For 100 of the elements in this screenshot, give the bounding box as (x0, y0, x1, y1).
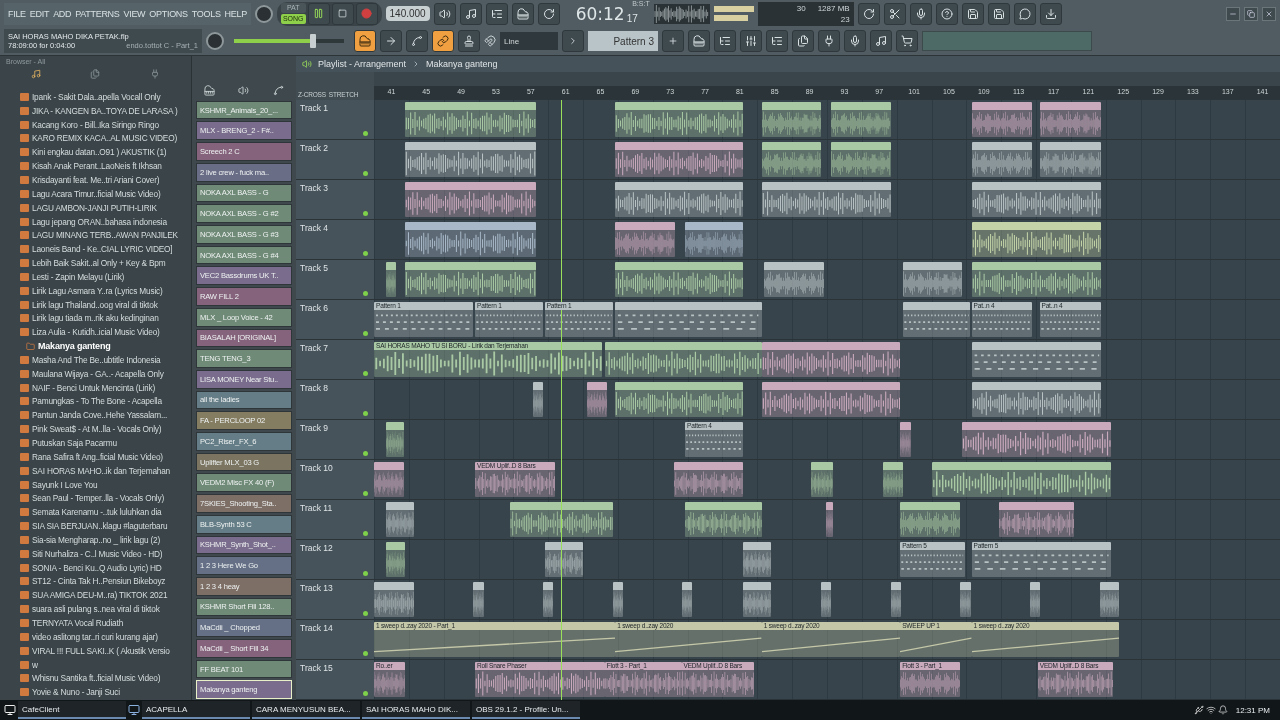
music-button[interactable] (870, 30, 892, 53)
browser-item[interactable]: Makanya ganteng (38, 341, 111, 352)
browser-item[interactable]: Yovie & Nuno - Janji Suci (32, 687, 120, 698)
browser-item[interactable]: Pink Sweat$ - At M..lla - Vocals Only) (32, 424, 162, 435)
scissors-button[interactable] (883, 2, 906, 25)
mute-led-icon[interactable] (363, 211, 368, 216)
mute-led-icon[interactable] (363, 171, 368, 176)
microphone-button[interactable] (844, 30, 866, 53)
browser-item[interactable]: Lirik lagu Thailand..oog viral di tiktok (32, 299, 158, 310)
browser-item[interactable]: suara asli pulang s..nea viral di tiktok (32, 604, 160, 615)
browser-item[interactable]: SONIA - Benci Ku..Q Audio Lyric) HD (32, 562, 162, 573)
mute-led-icon[interactable] (363, 411, 368, 416)
taskbar-item[interactable]: ACAPELLA (142, 701, 250, 719)
browser-item[interactable]: VIRAL !!! FULL SAKI..K ( Akustik Versio (32, 645, 170, 656)
browser-item[interactable]: TERNYATA Vocal Rudiath (32, 618, 124, 628)
pattern-selector[interactable]: Pattern 3 (588, 31, 658, 52)
taskbar-item[interactable]: CafeClient (18, 701, 126, 719)
stamp-tool-button[interactable] (458, 30, 480, 53)
mute-led-icon[interactable] (363, 331, 368, 336)
piano-tool-button[interactable] (354, 30, 376, 53)
browser-item[interactable]: Sayunk I Love You (32, 479, 98, 490)
browser-item[interactable]: Ipank - Sakit Dala..apella Vocall Only (32, 91, 161, 102)
menu-item[interactable]: TOOLS (191, 8, 221, 19)
curve-tool-button[interactable] (406, 30, 428, 53)
browser-item[interactable]: Lebih Baik Sakit..al Only + Key & Bpm (32, 258, 166, 269)
link-tool-button[interactable] (432, 30, 454, 53)
browser-item[interactable]: Lagu jepang ORAN..bahasa indonesia (32, 216, 167, 227)
browser-item[interactable]: Pamungkas - To The Bone - Acapella (32, 396, 162, 407)
browser-item[interactable]: Kini engkau datan..O91 ) AKUSTIK (1) (32, 147, 167, 158)
plug-button[interactable] (818, 30, 840, 53)
piano-roll-button[interactable] (688, 30, 710, 53)
minimize-button[interactable] (1226, 6, 1240, 21)
close-button[interactable] (1262, 6, 1276, 21)
browser-item[interactable]: NAIF - Benci Untuk Mencinta (Lirik) (32, 382, 156, 393)
browser-item[interactable]: Lirik Lagu Asmara Y..ra (Lyrics Music) (32, 285, 163, 296)
restore-button[interactable] (1244, 6, 1258, 21)
browser-item[interactable]: KARO REMIX KACA..AL MUSIC VIDEO) (32, 133, 177, 144)
mute-led-icon[interactable] (363, 691, 368, 696)
volume-knob[interactable] (206, 32, 224, 51)
browser-item[interactable]: Semata Karenamu -..tuk luluhkan dia (32, 507, 162, 518)
mute-led-icon[interactable] (363, 611, 368, 616)
browser-item[interactable]: Sia-sia Mengharap..no _ lirik lagu (2) (32, 534, 160, 545)
mute-led-icon[interactable] (363, 251, 368, 256)
mute-led-icon[interactable] (363, 451, 368, 456)
browser-item[interactable]: ST12 - Cinta Tak H..Pensiun Bikeboyz (32, 576, 166, 587)
browser-item[interactable]: Masha And The Be..ubtitle Indonesia (32, 354, 161, 365)
speaker-button[interactable] (433, 2, 456, 25)
files-button[interactable] (792, 30, 814, 53)
browser-item[interactable]: Laoneis Band - Ke..CIAL LYRIC VIDEO] (32, 244, 173, 255)
mute-led-icon[interactable] (363, 651, 368, 656)
browser-item[interactable]: video aslitong tar..ri curi kurang ajar) (32, 631, 158, 642)
note-button[interactable] (459, 2, 482, 25)
browser-item[interactable]: SAI HORAS MAHO..ik dan Terjemahan (32, 465, 171, 476)
browser-item[interactable]: Pantun Janda Cove..Hehe Yassalam... (32, 410, 168, 421)
help-button[interactable] (935, 2, 958, 25)
pattern-clip[interactable] (971, 342, 1102, 377)
browser-item[interactable]: Lagu Acara Timur..ficial Music Video) (32, 188, 161, 199)
download-button[interactable] (1039, 2, 1062, 25)
pattern-name[interactable]: Makanya ganteng (426, 59, 498, 69)
mute-led-icon[interactable] (363, 491, 368, 496)
save-button[interactable] (987, 2, 1010, 25)
browser-item[interactable]: Lirik lagu tiada m..rik aku kedinginan (32, 313, 159, 324)
play-pattern-button[interactable] (562, 30, 584, 53)
slider-thumb[interactable] (310, 34, 317, 49)
mute-led-icon[interactable] (363, 371, 368, 376)
menu-item[interactable]: OPTIONS (149, 8, 188, 19)
loop-button[interactable] (537, 2, 560, 25)
menu-item[interactable]: EDIT (29, 8, 50, 19)
mute-led-icon[interactable] (363, 571, 368, 576)
browser-item[interactable]: LAGU MINANG TERB..AWAN PANJILEK (32, 230, 178, 241)
snap-select[interactable]: Line (500, 32, 558, 51)
stop-button[interactable] (331, 2, 354, 25)
mute-led-icon[interactable] (363, 131, 368, 136)
playlist-button[interactable] (714, 30, 736, 53)
browser-item[interactable]: Sean Paul - Temper..lla - Vocals Only) (32, 493, 164, 504)
mixer-button[interactable] (740, 30, 762, 53)
browser-item[interactable]: SUA AMIGA DEU-M..ra) TIKTOK 2021 (32, 590, 168, 601)
arrow-tool-button[interactable] (380, 30, 402, 53)
browser-item[interactable]: Liza Aulia - Kutidh..icial Music Video) (32, 327, 160, 338)
pattern-clip[interactable] (615, 302, 762, 337)
browser-item[interactable]: Kacang Koro - Bill..Ika Siringo Ringo (32, 119, 159, 130)
save-button[interactable] (961, 2, 984, 25)
browser-item[interactable]: Kisah Anak Perant..LaoNeis ft Ikhsan (32, 161, 162, 172)
browser-item[interactable]: Krisdayanti feat. Me..tri Ariani Cover) (32, 175, 160, 185)
browser-item[interactable]: SIA SIA BERJUAN..klagu #laguterbaru (32, 521, 168, 532)
browser-item[interactable]: Putuskan Saja Pacarmu (32, 438, 117, 448)
browser-item[interactable]: LAGU AMBON-JANJI PUTIH-LIRIK (32, 202, 157, 213)
taskbar-item[interactable]: SAI HORAS MAHO DIK... (362, 701, 470, 719)
pause-button[interactable] (307, 2, 330, 25)
refresh-button[interactable] (857, 2, 880, 25)
cart-button[interactable] (896, 30, 918, 53)
master-volume-slider[interactable] (234, 34, 344, 49)
menu-item[interactable]: VIEW (123, 8, 146, 19)
tempo-display[interactable]: 140.000 (385, 6, 430, 22)
pitch-knob[interactable] (254, 4, 273, 23)
browser-item[interactable]: Rana Safira ft Ang..ficial Music Video) (32, 451, 163, 462)
chat-button[interactable] (1013, 2, 1036, 25)
mute-led-icon[interactable] (363, 531, 368, 536)
browser-item[interactable]: Whisnu Santika ft..ficial Music Video) (32, 673, 161, 684)
add-pattern-button[interactable] (662, 30, 684, 53)
